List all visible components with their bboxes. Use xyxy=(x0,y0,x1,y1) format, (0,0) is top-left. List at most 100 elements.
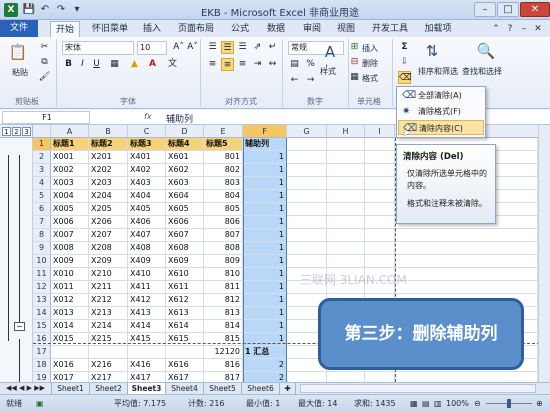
cell-d[interactable]: X602 xyxy=(166,164,204,177)
cell-empty[interactable] xyxy=(365,164,395,177)
cell-a[interactable]: X003 xyxy=(51,177,89,190)
orientation-icon[interactable]: ⇗ xyxy=(251,41,264,54)
row-header[interactable]: 15 xyxy=(33,320,51,333)
sheet-nav-arrows-icon[interactable]: ◀◀ ◀ ▶ ▶▶ xyxy=(0,383,52,394)
cell-a[interactable]: X015 xyxy=(51,333,89,346)
cell-e[interactable]: 812 xyxy=(204,294,243,307)
clear-eraser-icon[interactable]: ⌫ xyxy=(398,71,412,84)
cell-e[interactable]: 804 xyxy=(204,190,243,203)
cell-c[interactable] xyxy=(128,346,166,359)
tab-file[interactable]: 文件 xyxy=(0,20,38,37)
cell-b[interactable]: X203 xyxy=(89,177,128,190)
column-header-h[interactable]: H xyxy=(327,125,365,138)
cell-c[interactable]: X406 xyxy=(128,216,166,229)
quick-access-dropdown-icon[interactable]: ▾ xyxy=(70,3,84,17)
align-bottom-icon[interactable]: ☰ xyxy=(236,41,249,54)
select-all-corner[interactable] xyxy=(33,125,51,138)
insert-sheet-icon[interactable]: ✚ xyxy=(280,383,296,394)
cell-empty[interactable] xyxy=(365,372,395,382)
cell-b[interactable]: X209 xyxy=(89,255,128,268)
cell-c[interactable]: 标题3 xyxy=(128,138,166,151)
cell-b[interactable]: X211 xyxy=(89,281,128,294)
horizontal-scrollbar[interactable] xyxy=(300,384,536,393)
cell-e[interactable]: 806 xyxy=(204,216,243,229)
maximize-button[interactable]: □ xyxy=(497,2,519,17)
row-header[interactable]: 19 xyxy=(33,372,51,382)
cell-c[interactable]: X416 xyxy=(128,359,166,372)
minimize-button[interactable]: – xyxy=(474,2,496,17)
row-header[interactable]: 13 xyxy=(33,294,51,307)
font-size-select[interactable]: 10 xyxy=(137,41,167,55)
cell-c[interactable]: X415 xyxy=(128,333,166,346)
cell-b[interactable]: X206 xyxy=(89,216,128,229)
autosum-icon[interactable]: Σ xyxy=(398,41,411,54)
paste-icon[interactable]: 📋 xyxy=(6,41,30,63)
increase-decimal-icon[interactable]: ← xyxy=(288,74,301,87)
cell-e[interactable]: 809 xyxy=(204,255,243,268)
cell-empty[interactable] xyxy=(327,164,365,177)
cell-empty[interactable] xyxy=(287,190,327,203)
row-header[interactable]: 1 xyxy=(33,138,51,151)
cell-d[interactable]: X611 xyxy=(166,281,204,294)
cell-empty[interactable] xyxy=(365,177,395,190)
cell-empty[interactable] xyxy=(327,138,365,151)
cell-empty[interactable] xyxy=(287,177,327,190)
cell-e[interactable]: 805 xyxy=(204,203,243,216)
row-header[interactable]: 12 xyxy=(33,281,51,294)
insert-cells-icon[interactable]: ⊞ xyxy=(348,41,361,54)
find-select-icon[interactable]: 🔍 xyxy=(474,40,498,62)
cell-empty[interactable] xyxy=(365,203,395,216)
align-left-icon[interactable]: ≡ xyxy=(206,58,219,71)
row-header[interactable]: 11 xyxy=(33,268,51,281)
cell-a[interactable]: 标题1 xyxy=(51,138,89,151)
cell-b[interactable]: X212 xyxy=(89,294,128,307)
cell-c[interactable]: X409 xyxy=(128,255,166,268)
cell-empty[interactable] xyxy=(287,242,327,255)
cell-c[interactable]: X414 xyxy=(128,320,166,333)
tab-classic-menu[interactable]: 怀旧菜单 xyxy=(86,21,134,37)
cell-empty[interactable] xyxy=(327,255,365,268)
cell-empty[interactable] xyxy=(287,255,327,268)
cell-empty[interactable] xyxy=(327,216,365,229)
cell-a[interactable]: X001 xyxy=(51,151,89,164)
cell-b[interactable]: X210 xyxy=(89,268,128,281)
cell-empty[interactable] xyxy=(287,164,327,177)
delete-cells-icon[interactable]: ⊟ xyxy=(348,56,361,69)
cell-empty[interactable] xyxy=(327,177,365,190)
macro-record-icon[interactable]: ▣ xyxy=(36,398,44,410)
outline-level-3-button[interactable]: 3 xyxy=(22,127,31,136)
cell-c[interactable]: X401 xyxy=(128,151,166,164)
cell-a[interactable]: X004 xyxy=(51,190,89,203)
row-header[interactable]: 6 xyxy=(33,203,51,216)
wrap-text-icon[interactable]: ↵ xyxy=(266,41,279,54)
cell-b[interactable]: X207 xyxy=(89,229,128,242)
column-header-a[interactable]: A xyxy=(51,125,89,138)
page-layout-view-icon[interactable]: ▤ xyxy=(422,398,430,410)
column-header-i[interactable]: I xyxy=(365,125,395,138)
cell-b[interactable]: X215 xyxy=(89,333,128,346)
cell-d[interactable]: X607 xyxy=(166,229,204,242)
cell-empty[interactable] xyxy=(365,138,395,151)
cell-e[interactable]: 807 xyxy=(204,229,243,242)
cell-c[interactable]: X410 xyxy=(128,268,166,281)
row-header[interactable]: 8 xyxy=(33,229,51,242)
cell-e[interactable]: 811 xyxy=(204,281,243,294)
column-header-c[interactable]: C xyxy=(128,125,166,138)
cell-a[interactable]: X010 xyxy=(51,268,89,281)
cell-b[interactable]: X213 xyxy=(89,307,128,320)
column-header-e[interactable]: E xyxy=(204,125,243,138)
cell-empty[interactable] xyxy=(365,151,395,164)
name-box[interactable]: F1 xyxy=(2,111,90,124)
format-painter-icon[interactable]: 🖌 xyxy=(38,71,51,84)
cell-empty[interactable] xyxy=(287,229,327,242)
cell-d[interactable]: 标题4 xyxy=(166,138,204,151)
cell-empty[interactable] xyxy=(395,281,538,294)
cell-b[interactable]: X205 xyxy=(89,203,128,216)
sheet-tab-6[interactable]: Sheet6 xyxy=(242,383,280,394)
cell-empty[interactable] xyxy=(365,255,395,268)
row-header[interactable]: 5 xyxy=(33,190,51,203)
find-select-label[interactable]: 查找和选择 xyxy=(462,66,502,77)
redo-icon[interactable]: ↷ xyxy=(54,3,68,17)
row-header[interactable]: 14 xyxy=(33,307,51,320)
insert-label[interactable]: 插入 xyxy=(362,43,378,54)
